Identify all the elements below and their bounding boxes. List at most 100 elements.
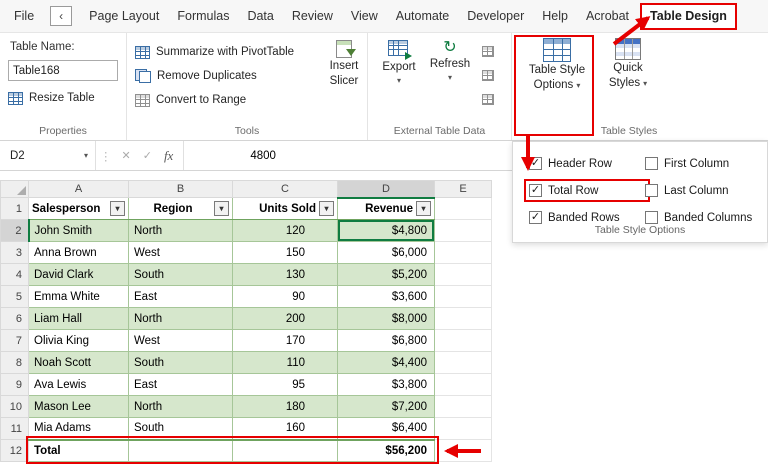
checkbox-header-row[interactable]: ✓Header Row [529,157,645,170]
checkbox-last-column[interactable]: Last Column [645,184,752,197]
row-header-12[interactable]: 12 [1,440,29,462]
open-in-browser-button[interactable] [482,65,494,85]
cell-A11[interactable]: Mia Adams [29,418,129,440]
cell-B9[interactable]: East [129,374,233,396]
row-header-2[interactable]: 2 [1,220,29,242]
cell-D7[interactable]: $6,800 [338,330,435,352]
refresh-button[interactable]: ↻ Refresh ▾ [426,40,474,82]
row-header-9[interactable]: 9 [1,374,29,396]
cell-B8[interactable]: South [129,352,233,374]
cell-D4[interactable]: $5,200 [338,264,435,286]
cell-E11[interactable] [435,418,492,440]
enter-icon[interactable]: ✓ [137,149,158,162]
cell-C8[interactable]: 110 [233,352,338,374]
filter-button-region[interactable]: ▾ [214,201,229,216]
cell-C10[interactable]: 180 [233,396,338,418]
row-header-3[interactable]: 3 [1,242,29,264]
convert-to-range-button[interactable]: Convert to Range [135,90,246,110]
cell-B2[interactable]: North [129,220,233,242]
tab-acrobat[interactable]: Acrobat [577,0,638,32]
cancel-icon[interactable]: ✕ [116,149,137,162]
filter-button-salesperson[interactable]: ▾ [110,201,125,216]
cell-D11[interactable]: $6,400 [338,418,435,440]
cell-B3[interactable]: West [129,242,233,264]
remove-duplicates-button[interactable]: Remove Duplicates [135,66,257,86]
cell-A10[interactable]: Mason Lee [29,396,129,418]
cell-A6[interactable]: Liam Hall [29,308,129,330]
tab-developer[interactable]: Developer [458,0,533,32]
name-box[interactable]: D2 ▾ [0,141,96,170]
tab-data[interactable]: Data [238,0,282,32]
row-header-7[interactable]: 7 [1,330,29,352]
cell-E3[interactable] [435,242,492,264]
column-header-C[interactable]: C [233,181,338,198]
cell-C6[interactable]: 200 [233,308,338,330]
checkbox-banded-columns[interactable]: Banded Columns [645,211,752,224]
cell-C3[interactable]: 150 [233,242,338,264]
tab-table-design[interactable]: Table Design [640,3,737,30]
cell-E7[interactable] [435,330,492,352]
row-header-11[interactable]: 11 [1,418,29,440]
select-all-corner[interactable] [1,181,29,198]
filter-button-units-sold[interactable]: ▾ [319,201,334,216]
name-box-dropdown-icon[interactable]: ▾ [84,151,88,160]
tab-page-layout[interactable]: Page Layout [80,0,168,32]
cell-B12[interactable] [129,440,233,462]
table-style-options-button[interactable]: Table Style Options ▾ [520,38,594,92]
cell-B6[interactable]: North [129,308,233,330]
cell-D12[interactable]: $56,200 [338,440,435,462]
cell-B7[interactable]: West [129,330,233,352]
cell-A7[interactable]: Olivia King [29,330,129,352]
filter-button-revenue[interactable]: ▾ [416,201,431,216]
cell-D6[interactable]: $8,000 [338,308,435,330]
checkbox-banded-rows[interactable]: ✓Banded Rows [529,211,645,224]
column-header-D[interactable]: D [338,181,435,198]
quick-styles-button[interactable]: Quick Styles ▾ [598,38,658,90]
cell-B11[interactable]: South [129,418,233,440]
cell-A3[interactable]: Anna Brown [29,242,129,264]
cell-C2[interactable]: 120 [233,220,338,242]
cell-A9[interactable]: Ava Lewis [29,374,129,396]
cell-B5[interactable]: East [129,286,233,308]
row-header-10[interactable]: 10 [1,396,29,418]
cell-E6[interactable] [435,308,492,330]
cell-D8[interactable]: $4,400 [338,352,435,374]
resize-table-button[interactable]: Resize Table [8,88,95,108]
cell-E5[interactable] [435,286,492,308]
column-header-B[interactable]: B [129,181,233,198]
cell-D5[interactable]: $3,600 [338,286,435,308]
cell-D10[interactable]: $7,200 [338,396,435,418]
cell-A8[interactable]: Noah Scott [29,352,129,374]
cell-D9[interactable]: $3,800 [338,374,435,396]
tab-review[interactable]: Review [283,0,342,32]
cell-A2[interactable]: John Smith [29,220,129,242]
insert-slicer-button[interactable]: Insert Slicer [323,40,365,88]
row-header-5[interactable]: 5 [1,286,29,308]
cell-E10[interactable] [435,396,492,418]
cell-A5[interactable]: Emma White [29,286,129,308]
formula-bar-splitter[interactable]: ⋮ [96,149,116,163]
cell-E4[interactable] [435,264,492,286]
cell-C11[interactable]: 160 [233,418,338,440]
cell-E12[interactable] [435,440,492,462]
formula-bar-value[interactable]: 4800 [250,150,276,162]
cell-C7[interactable]: 170 [233,330,338,352]
tabs-scroll-left-button[interactable]: ‹ [50,6,72,26]
export-button[interactable]: Export ▾ [376,40,422,85]
tab-formulas[interactable]: Formulas [168,0,238,32]
cell-E2[interactable] [435,220,492,242]
cell-C12[interactable] [233,440,338,462]
row-header-8[interactable]: 8 [1,352,29,374]
column-header-A[interactable]: A [29,181,129,198]
cell-E9[interactable] [435,374,492,396]
cell-D2[interactable]: $4,800 [338,220,435,242]
unlink-button[interactable] [482,89,494,109]
cell-A4[interactable]: David Clark [29,264,129,286]
tab-view[interactable]: View [342,0,387,32]
cell-B4[interactable]: South [129,264,233,286]
row-header-1[interactable]: 1 [1,198,29,220]
cell-E8[interactable] [435,352,492,374]
cell-C5[interactable]: 90 [233,286,338,308]
tab-file[interactable]: File [0,0,48,32]
summarize-with-pivottable-button[interactable]: Summarize with PivotTable [135,42,294,62]
